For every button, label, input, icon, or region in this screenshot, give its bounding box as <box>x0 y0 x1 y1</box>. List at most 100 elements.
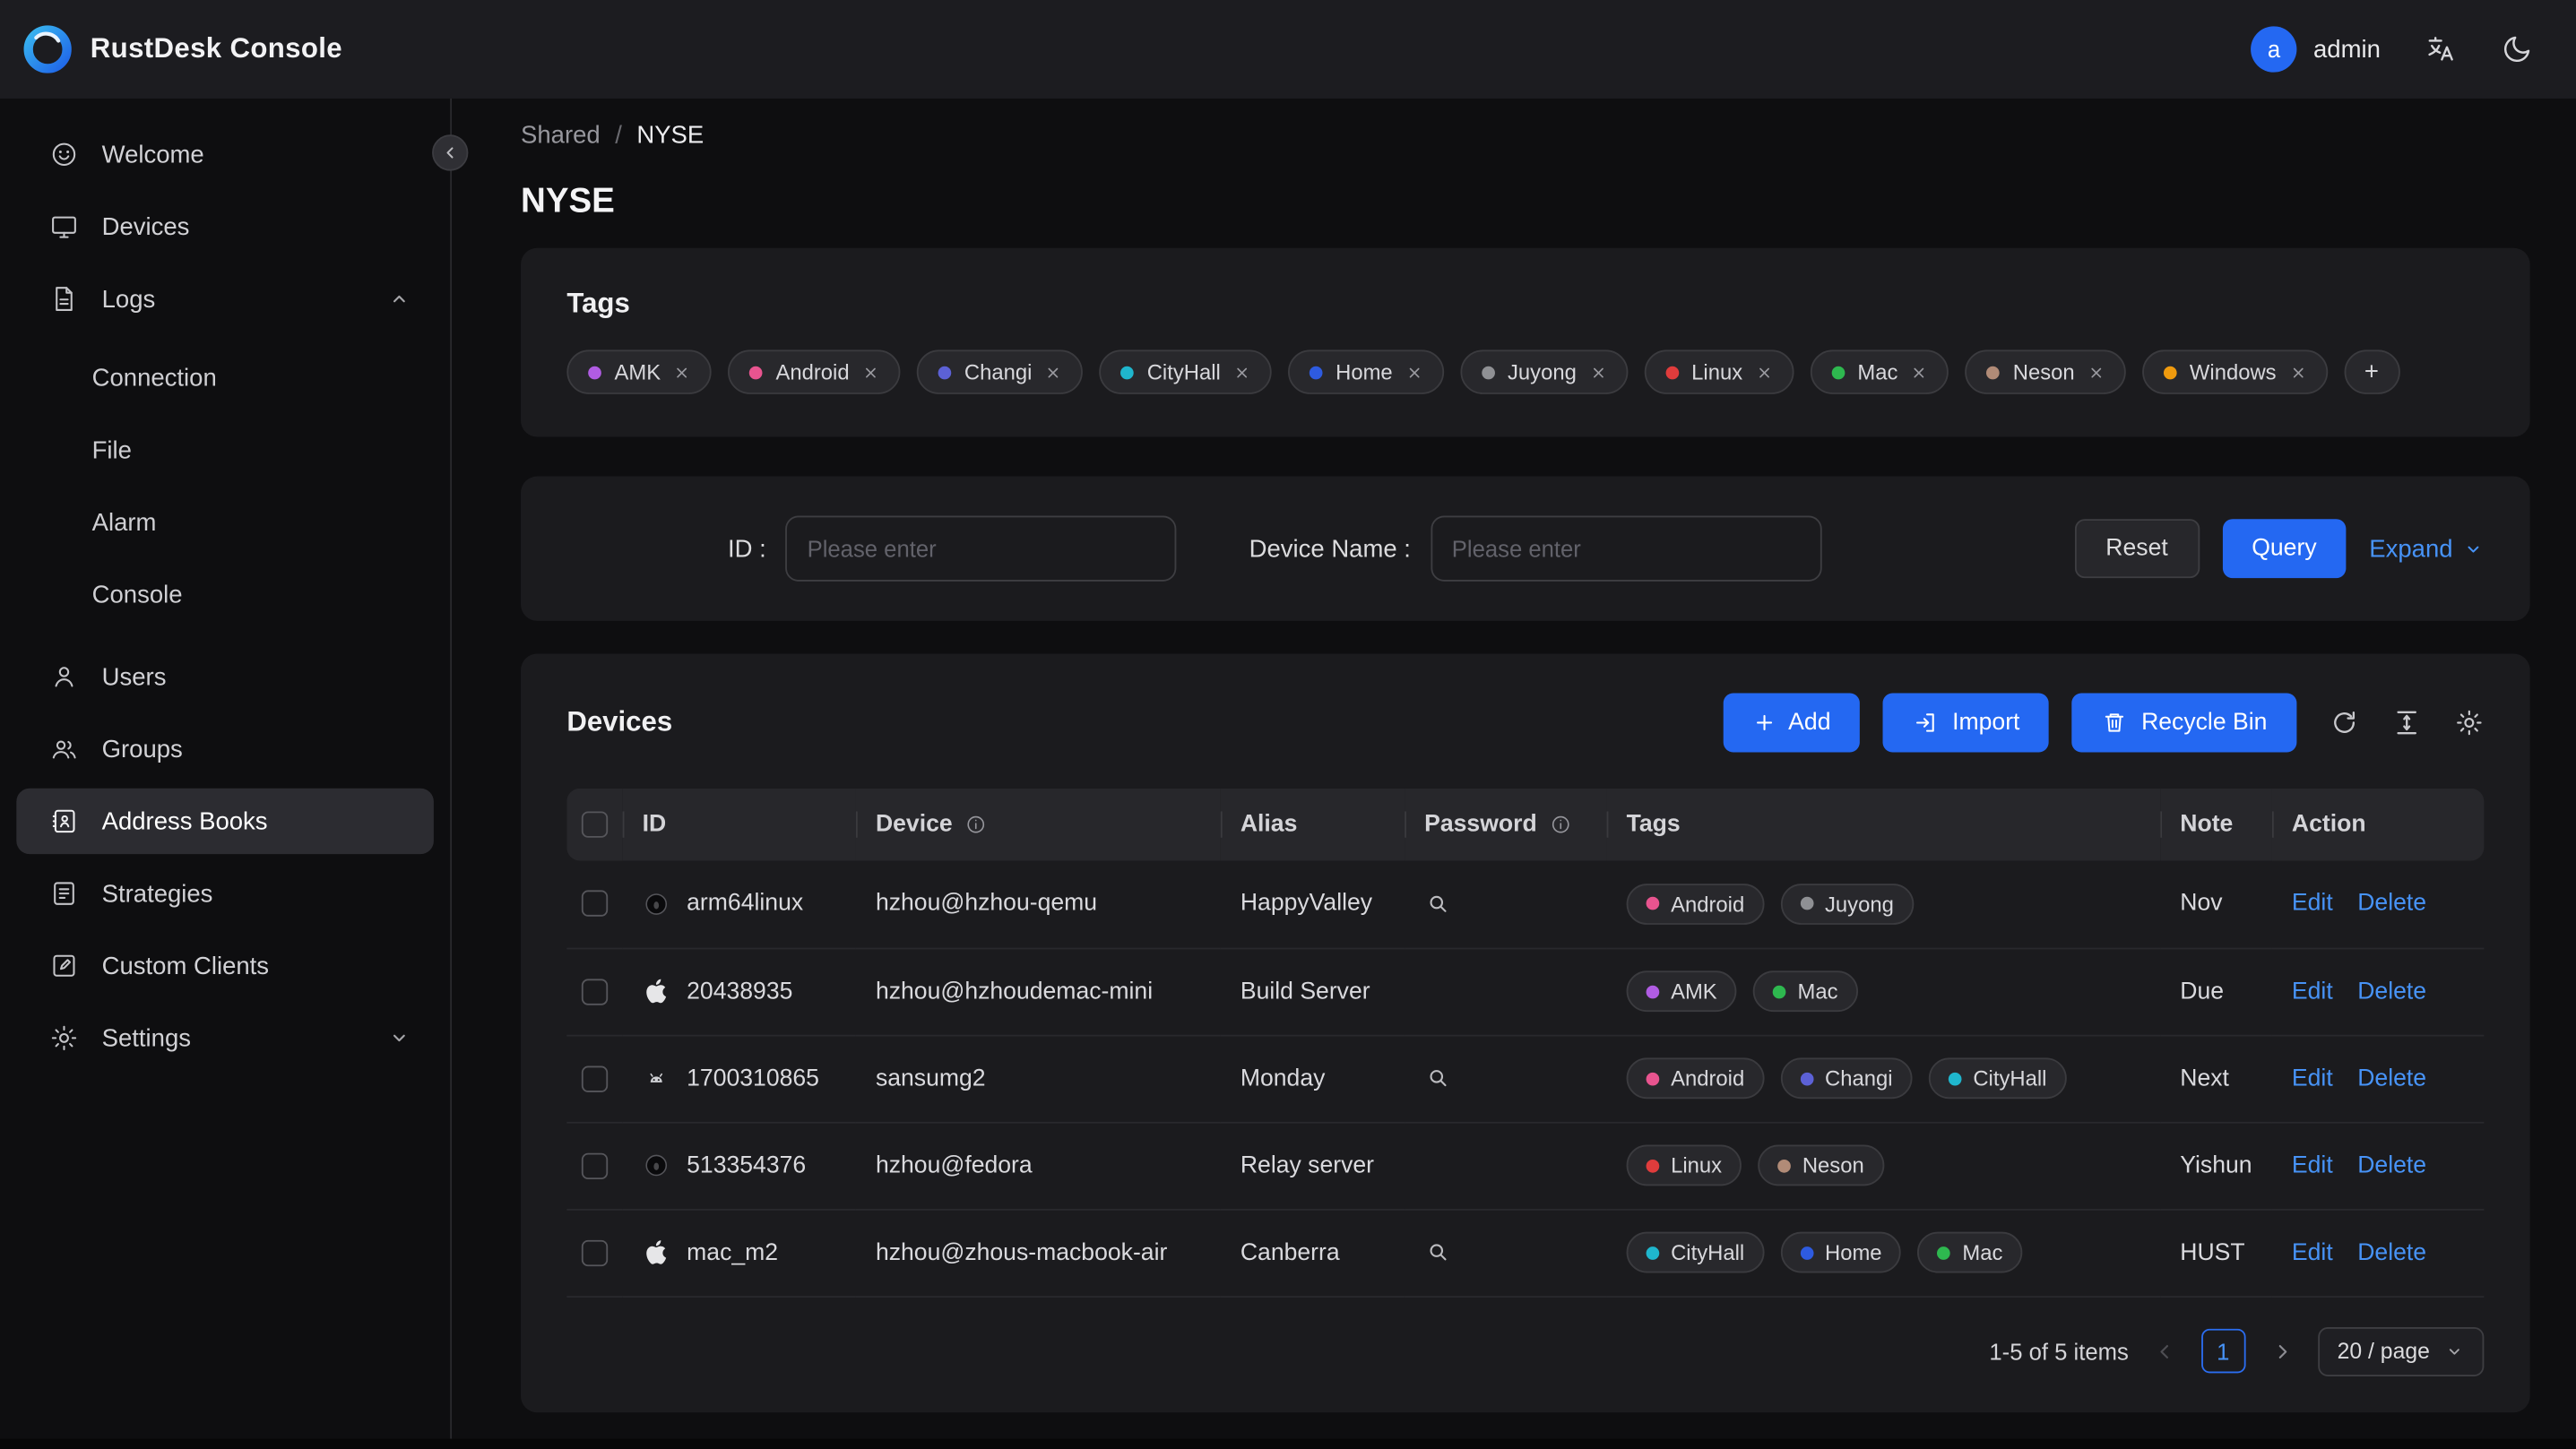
add-device-button[interactable]: Add <box>1722 693 1861 753</box>
id-input[interactable] <box>785 515 1177 582</box>
row-density-icon[interactable] <box>2392 708 2422 737</box>
bottom-strip <box>0 1438 2576 1449</box>
translate-icon[interactable] <box>2424 32 2458 66</box>
reveal-password-icon[interactable] <box>1424 890 1586 918</box>
remove-tag-icon[interactable] <box>1233 364 1249 380</box>
query-button[interactable]: Query <box>2222 519 2347 579</box>
recycle-bin-button[interactable]: Recycle Bin <box>2072 693 2297 753</box>
sidebar-item-settings[interactable]: Settings <box>16 1005 434 1071</box>
info-icon <box>964 813 987 836</box>
remove-tag-icon[interactable] <box>1045 364 1061 380</box>
app: RustDesk Console a admin Welcome Devices… <box>0 0 2576 1449</box>
table-row: 20438935 hzhou@hzhoudemac-mini Build Ser… <box>566 947 2485 1036</box>
expand-button[interactable]: Expand <box>2369 535 2484 563</box>
tag-label: Linux <box>1671 1152 1723 1178</box>
remove-tag-icon[interactable] <box>2088 364 2104 380</box>
tags-list: AMK Android Changi CityHall Home Juyong … <box>566 349 2484 394</box>
device-name-field: Device Name : <box>1249 515 1822 582</box>
dark-mode-toggle-icon[interactable] <box>2501 33 2534 66</box>
row-checkbox[interactable] <box>581 978 609 1005</box>
row-checkbox[interactable] <box>581 1239 609 1266</box>
table-settings-gear-icon[interactable] <box>2454 708 2484 737</box>
select-all-checkbox[interactable] <box>581 811 609 838</box>
next-page-icon[interactable] <box>2270 1340 2294 1363</box>
device-name-input[interactable] <box>1430 515 1822 582</box>
page-title: NYSE <box>521 182 615 220</box>
sidebar-item-label: Settings <box>101 1023 191 1052</box>
tag-color-dot <box>1309 365 1323 379</box>
table-row: mac_m2 hzhou@zhous-macbook-air Canberra … <box>566 1209 2485 1298</box>
sidebar-item-alarm[interactable]: Alarm <box>16 487 434 559</box>
sidebar-item-logs[interactable]: Logs <box>16 266 434 332</box>
remove-tag-icon[interactable] <box>1590 364 1606 380</box>
sidebar-item-console[interactable]: Console <box>16 558 434 631</box>
remove-tag-icon[interactable] <box>862 364 878 380</box>
reset-button[interactable]: Reset <box>2074 519 2200 579</box>
page-size-select[interactable]: 20 / page <box>2317 1326 2485 1376</box>
sidebar-item-file[interactable]: File <box>16 414 434 487</box>
reveal-password-icon[interactable] <box>1424 1238 1586 1266</box>
refresh-icon[interactable] <box>2330 708 2359 737</box>
edit-link[interactable]: Edit <box>2292 978 2333 1004</box>
delete-link[interactable]: Delete <box>2357 1065 2426 1091</box>
edit-link[interactable]: Edit <box>2292 1065 2333 1091</box>
row-checkbox[interactable] <box>581 1151 609 1179</box>
edit-link[interactable]: Edit <box>2292 891 2333 917</box>
log-file-icon <box>56 287 73 311</box>
sidebar-item-label: Address Books <box>101 806 268 836</box>
tag-label: CityHall <box>1671 1239 1745 1265</box>
remove-tag-icon[interactable] <box>1911 364 1927 380</box>
tag-label: Changi <box>1825 1065 1893 1091</box>
sidebar-item-users[interactable]: Users <box>16 644 434 710</box>
page-number-button[interactable]: 1 <box>2200 1328 2246 1374</box>
remove-tag-icon[interactable] <box>2289 364 2305 380</box>
device-alias: Canberra <box>1240 1238 1340 1266</box>
row-tag-chip: Changi <box>1780 1057 1913 1100</box>
sidebar-item-devices[interactable]: Devices <box>16 194 434 259</box>
row-checkbox[interactable] <box>581 1065 609 1092</box>
tag-chip: Neson <box>1965 349 2126 394</box>
layout: Welcome Devices Logs Connection File Ala… <box>0 98 2576 1439</box>
avatar[interactable]: a <box>2251 26 2297 73</box>
linux-os-icon <box>643 1151 670 1179</box>
sidebar-item-connection[interactable]: Connection <box>16 341 434 414</box>
previous-page-icon[interactable] <box>2153 1340 2176 1363</box>
delete-link[interactable]: Delete <box>2357 1152 2426 1178</box>
device-id: arm64linux <box>687 890 804 918</box>
breadcrumb-parent[interactable]: Shared <box>521 122 601 150</box>
user-menu[interactable]: a admin <box>2251 26 2381 73</box>
tag-chip: Linux <box>1643 349 1794 394</box>
remove-tag-icon[interactable] <box>1756 364 1772 380</box>
delete-link[interactable]: Delete <box>2357 891 2426 917</box>
row-checkbox[interactable] <box>581 891 609 918</box>
group-icon <box>52 740 76 759</box>
delete-link[interactable]: Delete <box>2357 978 2426 1004</box>
tag-color-dot <box>1800 897 1814 910</box>
remove-tag-icon[interactable] <box>1405 364 1422 380</box>
tag-chip: CityHall <box>1099 349 1272 394</box>
sidebar-item-strategies[interactable]: Strategies <box>16 860 434 926</box>
tag-color-dot <box>1986 365 2001 379</box>
address-book-icon <box>52 809 75 833</box>
device-id: 20438935 <box>687 978 793 1005</box>
edit-link[interactable]: Edit <box>2292 1152 2333 1178</box>
row-tag-chip: Android <box>1626 1057 1765 1100</box>
rustdesk-logo-icon <box>23 25 72 73</box>
sidebar-item-address-books[interactable]: Address Books <box>16 788 434 855</box>
sidebar-item-groups[interactable]: Groups <box>16 716 434 781</box>
import-button[interactable]: Import <box>1883 693 2050 753</box>
reveal-password-icon[interactable] <box>1424 1065 1586 1092</box>
devices-actions: Add Import Recycle Bin <box>1722 693 2484 753</box>
delete-link[interactable]: Delete <box>2357 1239 2426 1265</box>
tag-color-dot <box>1831 365 1845 379</box>
pagination: 1-5 of 5 items 1 20 / page <box>566 1326 2485 1376</box>
sidebar-collapse-button[interactable] <box>432 134 469 171</box>
row-tag-chip: Mac <box>1917 1231 2023 1273</box>
remove-tag-icon[interactable] <box>674 364 690 380</box>
tag-color-dot <box>749 365 763 379</box>
add-tag-button[interactable]: + <box>2343 349 2400 394</box>
tag-color-dot <box>1800 1246 1814 1259</box>
edit-link[interactable]: Edit <box>2292 1239 2333 1265</box>
sidebar-item-welcome[interactable]: Welcome <box>16 122 434 187</box>
sidebar-item-custom-clients[interactable]: Custom Clients <box>16 933 434 998</box>
